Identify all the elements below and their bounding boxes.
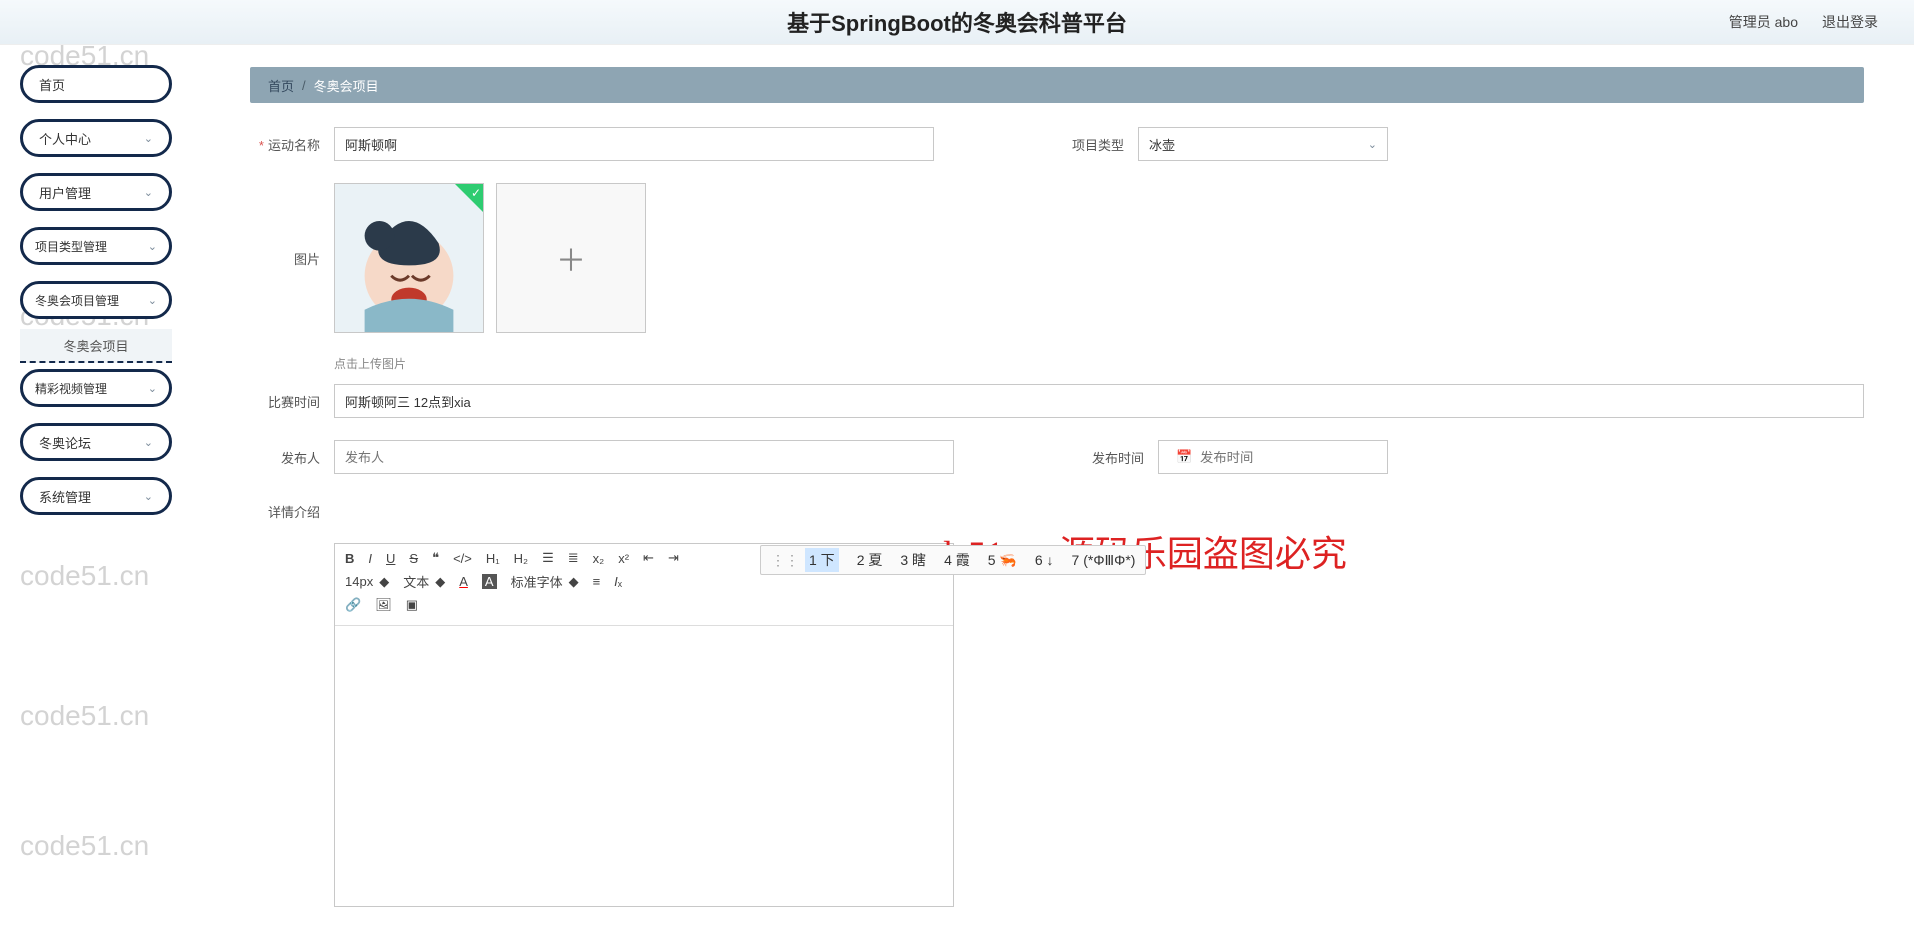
image-icon[interactable]: 🖼 [375,597,392,613]
bg-color-icon[interactable]: A [482,574,497,589]
chevron-down-icon: ⌄ [148,382,157,395]
editor-body[interactable] [335,626,953,906]
sidebar-item-label: 个人中心 [39,129,91,148]
video-icon[interactable]: ▣ [406,597,418,613]
dropdown-icon: ◆ [379,574,389,590]
ime-candidate[interactable]: 5 🦐 [988,552,1017,569]
dropdown-icon: ◆ [569,574,579,590]
ime-candidate[interactable]: 3 瞎 [900,550,926,570]
pub-time-input[interactable] [1194,450,1377,465]
chevron-down-icon: ⌄ [144,436,153,449]
plus-icon: ＋ [556,236,586,280]
dropdown-icon: ◆ [435,574,445,590]
sidebar-item-label: 冬奥会项目 [63,336,128,355]
upload-image-button[interactable]: ＋ [496,183,646,333]
sidebar-item-system[interactable]: 系统管理 ⌄ [20,477,172,515]
bold-icon[interactable]: B [345,551,354,566]
paragraph-select[interactable]: 文本 ◆ [403,572,445,591]
chevron-down-icon: ⌄ [144,490,153,503]
ime-candidate[interactable]: 2 夏 [857,550,883,570]
rich-text-editor: B I U S ❝ </> H₁ H₂ ☰ ≣ x₂ x² ⇤ ⇥ [334,543,954,907]
sidebar-item-users[interactable]: 用户管理 ⌄ [20,173,172,211]
upload-success-icon [455,184,483,212]
type-select[interactable]: 冰壶 ⌄ [1138,127,1388,161]
type-label: 项目类型 [1054,135,1124,154]
chevron-down-icon: ⌄ [144,186,153,199]
match-time-label: 比赛时间 [250,392,320,411]
ime-candidate[interactable]: 1 下 [805,548,839,572]
publisher-label: 发布人 [250,448,320,467]
page-title: 基于SpringBoot的冬奥会科普平台 [787,6,1127,38]
fontsize-select[interactable]: 14px ◆ [345,574,389,590]
h1-icon[interactable]: H₁ [486,551,500,566]
fontfamily-select[interactable]: 标准字体 ◆ [511,572,579,591]
unordered-list-icon[interactable]: ≣ [568,550,579,566]
chevron-down-icon: ⌄ [1368,138,1377,151]
sport-name-label: 运动名称 [250,135,320,154]
logout-link[interactable]: 退出登录 [1822,12,1878,32]
sidebar-item-project-manage[interactable]: 冬奥会项目管理 ⌄ [20,281,172,319]
chevron-down-icon: ⌄ [148,294,157,307]
type-selected-value: 冰壶 [1149,135,1175,154]
sidebar-item-type-manage[interactable]: 项目类型管理 ⌄ [20,227,172,265]
sidebar-item-label: 系统管理 [39,487,91,506]
underline-icon[interactable]: U [386,551,395,566]
user-label[interactable]: 管理员 abo [1729,12,1798,32]
breadcrumb-separator: / [302,78,306,93]
text-color-icon[interactable]: A [459,574,468,589]
sidebar-subitem-project[interactable]: 冬奥会项目 [20,329,172,363]
italic-icon[interactable]: I [368,551,372,566]
sport-name-input[interactable] [334,127,934,161]
ordered-list-icon[interactable]: ☰ [542,550,554,566]
subscript-icon[interactable]: x₂ [593,551,605,566]
breadcrumb-current: 冬奥会项目 [314,76,379,95]
sidebar-item-home[interactable]: 首页 [20,65,172,103]
ime-candidate-bar[interactable]: ⋮⋮ 1 下 2 夏 3 瞎 4 霞 5 🦐 6 ↓ 7 (*ΦⅢΦ*) [760,545,1146,575]
drag-handle-icon[interactable]: ⋮⋮ [771,552,787,569]
pic-label: 图片 [250,249,320,268]
ime-candidate[interactable]: 4 霞 [944,550,970,570]
sidebar-item-forum[interactable]: 冬奥论坛 ⌄ [20,423,172,461]
sidebar-item-label: 精彩视频管理 [35,380,107,397]
strike-icon[interactable]: S [409,551,418,566]
ime-candidate[interactable]: 7 (*ΦⅢΦ*) [1072,552,1136,569]
sidebar-item-videos[interactable]: 精彩视频管理 ⌄ [20,369,172,407]
breadcrumb-home[interactable]: 首页 [268,76,294,95]
breadcrumb: 首页 / 冬奥会项目 [250,67,1864,103]
pub-time-label: 发布时间 [1074,448,1144,467]
sidebar-item-profile[interactable]: 个人中心 ⌄ [20,119,172,157]
code-icon[interactable]: </> [453,551,472,566]
chevron-down-icon: ⌄ [148,240,157,253]
indent-icon[interactable]: ⇥ [668,550,679,566]
content-area: 首页 / 冬奥会项目 运动名称 项目类型 冰壶 ⌄ 图片 [200,45,1914,932]
calendar-icon: 📅 [1175,449,1194,465]
quote-icon[interactable]: ❝ [432,550,439,566]
link-icon[interactable]: 🔗 [345,597,361,613]
upload-hint: 点击上传图片 [334,355,1864,372]
superscript-icon[interactable]: x² [618,551,629,566]
detail-label: 详情介绍 [250,502,320,521]
sidebar: 首页 个人中心 ⌄ 用户管理 ⌄ 项目类型管理 ⌄ 冬奥会项目管理 ⌄ 冬奥会项目 精彩… [0,45,200,932]
sidebar-item-label: 冬奥会项目管理 [35,292,119,309]
h2-icon[interactable]: H₂ [514,551,528,566]
sidebar-item-label: 首页 [39,75,65,94]
ime-candidate[interactable]: 6 ↓ [1035,552,1054,568]
sidebar-item-label: 冬奥论坛 [39,433,91,452]
chevron-down-icon: ⌄ [144,132,153,145]
sidebar-item-label: 项目类型管理 [35,238,107,255]
align-icon[interactable]: ≡ [593,574,601,589]
outdent-icon[interactable]: ⇤ [643,550,654,566]
sidebar-item-label: 用户管理 [39,183,91,202]
match-time-input[interactable] [334,384,1864,418]
header: 基于SpringBoot的冬奥会科普平台 管理员 abo 退出登录 [0,0,1914,45]
publisher-input[interactable] [334,440,954,474]
clear-format-icon[interactable]: Iₓ [614,574,622,589]
uploaded-image-thumb[interactable] [334,183,484,333]
